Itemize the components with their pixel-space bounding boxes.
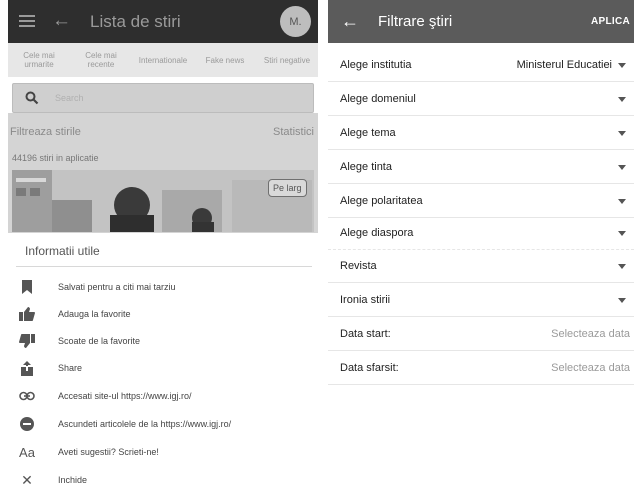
text-aa-icon: Aa xyxy=(19,444,35,460)
chevron-down-icon xyxy=(618,165,626,170)
irony-dropdown[interactable]: Ironia stirii xyxy=(328,283,634,317)
sheet-item-label: Share xyxy=(58,363,83,373)
back-arrow-icon[interactable]: ← xyxy=(52,10,71,32)
read-more-badge[interactable]: Pe larg xyxy=(268,179,307,197)
magazine-dropdown[interactable]: Revista xyxy=(328,249,634,283)
info-bottom-sheet: Informatii utile Salvati pentru a citi m… xyxy=(8,233,318,487)
sheet-item-add-favorite[interactable]: Adauga la favorite xyxy=(8,303,318,325)
sheet-item-label: Salvati pentru a citi mai tarziu xyxy=(58,282,176,292)
bookmark-icon xyxy=(18,279,36,295)
sheet-item-remove-favorite[interactable]: Scoate de la favorite xyxy=(8,330,318,352)
polarity-dropdown[interactable]: Alege polaritatea xyxy=(328,184,634,218)
share-icon xyxy=(18,360,36,376)
sheet-item-hide-source[interactable]: Ascundeti articolele de la https://www.i… xyxy=(8,413,318,435)
filter-news-screen: ← Filtrare ştiri APLICA Alege institutia… xyxy=(328,0,634,487)
dropdown-label: Alege domeniul xyxy=(340,93,416,105)
sheet-item-suggestions[interactable]: Aa Aveti sugestii? Scrieti-ne! xyxy=(8,441,318,463)
chevron-down-icon xyxy=(618,97,626,102)
chevron-down-icon xyxy=(618,199,626,204)
dropdown-label: Alege tinta xyxy=(340,161,392,173)
news-list-screen: ← Lista de stiri M. Cele mai urmarite Ce… xyxy=(8,0,318,487)
sheet-item-label: Aveti sugestii? Scrieti-ne! xyxy=(58,447,159,457)
sheet-item-label: Inchide xyxy=(58,475,88,485)
minus-circle-icon xyxy=(18,416,36,432)
dropdown-label: Alege tema xyxy=(340,127,396,139)
sheet-item-visit-site[interactable]: Accesati site-ul https://www.igj.ro/ xyxy=(8,385,318,407)
search-placeholder: Search xyxy=(55,93,84,103)
hamburger-menu-icon[interactable] xyxy=(19,11,39,31)
sheet-item-close[interactable]: ✕ Inchide xyxy=(8,469,318,487)
filter-news-link[interactable]: Filtreaza stirile xyxy=(10,126,81,138)
end-date-field[interactable]: Data sfarsit: Selecteaza data xyxy=(328,351,634,385)
statistics-link[interactable]: Statistici xyxy=(273,126,314,138)
apply-button[interactable]: APLICA xyxy=(591,16,630,27)
domain-dropdown[interactable]: Alege domeniul xyxy=(328,82,634,116)
thumbs-up-icon xyxy=(18,306,36,322)
dropdown-label: Alege diaspora xyxy=(340,227,414,239)
sheet-item-label: Accesati site-ul https://www.igj.ro/ xyxy=(58,391,192,401)
tab-most-recent[interactable]: Cele mai recente xyxy=(70,43,132,77)
dropdown-label: Alege institutia xyxy=(340,59,412,71)
sheet-title: Informatii utile xyxy=(25,244,100,258)
tab-negative-news[interactable]: Stiri negative xyxy=(256,43,318,77)
start-date-field[interactable]: Data start: Selecteaza data xyxy=(328,317,634,351)
chevron-down-icon xyxy=(618,63,626,68)
institution-dropdown[interactable]: Alege institutia Ministerul Educatiei xyxy=(328,48,634,82)
date-label: Data sfarsit: xyxy=(340,362,399,374)
back-arrow-icon[interactable]: ← xyxy=(341,11,359,31)
dropdown-label: Ironia stirii xyxy=(340,294,391,306)
search-icon xyxy=(25,91,39,105)
sheet-item-label: Scoate de la favorite xyxy=(58,336,141,346)
sheet-item-share[interactable]: Share xyxy=(8,357,318,379)
dropdown-label: Alege polaritatea xyxy=(340,195,423,207)
sheet-item-save-for-later[interactable]: Salvati pentru a citi mai tarziu xyxy=(8,276,318,298)
top-app-bar: ← Filtrare ştiri APLICA xyxy=(328,0,634,43)
date-label: Data start: xyxy=(340,328,391,340)
top-app-bar: ← Lista de stiri M. xyxy=(8,0,318,43)
avatar[interactable]: M. xyxy=(280,6,311,37)
date-placeholder: Selecteaza data xyxy=(551,362,630,374)
sheet-divider xyxy=(16,266,312,267)
tab-international[interactable]: Internationale xyxy=(132,43,194,77)
link-icon xyxy=(18,388,36,404)
tab-fake-news[interactable]: Fake news xyxy=(194,43,256,77)
dropdown-label: Revista xyxy=(340,260,377,272)
page-title: Lista de stiri xyxy=(90,12,181,31)
chevron-down-icon xyxy=(618,131,626,136)
news-tabs: Cele mai urmarite Cele mai recente Inter… xyxy=(8,43,318,77)
chevron-down-icon xyxy=(618,231,626,236)
diaspora-dropdown[interactable]: Alege diaspora xyxy=(328,216,634,250)
close-icon: ✕ xyxy=(21,471,33,487)
sheet-item-label: Ascundeti articolele de la https://www.i… xyxy=(58,419,232,429)
tab-most-followed[interactable]: Cele mai urmarite xyxy=(8,43,70,77)
chevron-down-icon xyxy=(618,298,626,303)
date-placeholder: Selecteaza data xyxy=(551,328,630,340)
target-dropdown[interactable]: Alege tinta xyxy=(328,150,634,184)
page-title: Filtrare ştiri xyxy=(378,13,453,30)
sheet-item-label: Adauga la favorite xyxy=(58,309,131,319)
thumbs-down-icon xyxy=(18,333,36,349)
chevron-down-icon xyxy=(618,264,626,269)
search-input[interactable]: Search xyxy=(12,83,314,113)
dropdown-value: Ministerul Educatiei xyxy=(516,59,612,71)
theme-dropdown[interactable]: Alege tema xyxy=(328,116,634,150)
news-count-text: 44196 stiri in aplicatie xyxy=(12,153,99,163)
news-article-image[interactable]: Pe larg xyxy=(12,170,314,232)
